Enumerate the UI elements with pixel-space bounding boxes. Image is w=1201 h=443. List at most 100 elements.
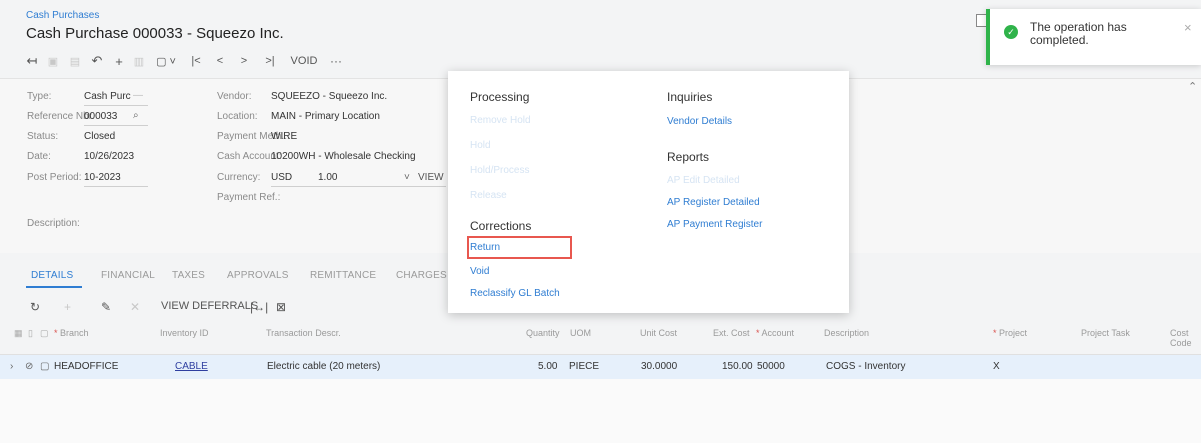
cell-ext-cost[interactable]: 150.00 bbox=[722, 361, 753, 372]
grid-empty-area bbox=[0, 379, 1201, 443]
note-icon[interactable]: ▢ bbox=[40, 361, 49, 372]
refresh-icon[interactable]: ↻ bbox=[30, 300, 40, 314]
menu-item-hold-process[interactable]: Hold/Process bbox=[470, 165, 529, 176]
check-icon: ✓ bbox=[1004, 25, 1018, 39]
column-inventory-id[interactable]: Inventory ID bbox=[160, 328, 209, 338]
currency-dropdown-icon[interactable]: ˅ bbox=[404, 172, 410, 183]
previous-record-icon[interactable]: < bbox=[208, 52, 232, 70]
cell-description[interactable]: COGS - Inventory bbox=[826, 361, 905, 372]
currency-view-button[interactable]: VIEW bbox=[418, 172, 444, 183]
cell-uom[interactable]: PIECE bbox=[569, 361, 599, 372]
next-record-icon[interactable]: > bbox=[232, 52, 256, 70]
menu-section-processing: Processing bbox=[470, 90, 530, 104]
location-field[interactable]: MAIN - Primary Location bbox=[271, 111, 380, 122]
success-toast: ✓ The operation has completed. × bbox=[986, 9, 1201, 65]
period-field[interactable]: 10-2023 bbox=[84, 172, 121, 183]
active-tab-indicator bbox=[26, 286, 82, 288]
notes-icon[interactable]: ▯ bbox=[28, 328, 33, 339]
cell-transaction-descr[interactable]: Electric cable (20 meters) bbox=[267, 361, 380, 372]
currency-rate: 1.00 bbox=[318, 172, 338, 183]
cell-branch[interactable]: HEADOFFICE bbox=[54, 361, 118, 372]
save-icon[interactable]: ▣ bbox=[42, 52, 64, 70]
paymethod-field[interactable]: WIRE bbox=[271, 131, 297, 142]
menu-item-void[interactable]: Void bbox=[470, 266, 489, 277]
tab-details[interactable]: DETAILS bbox=[31, 270, 73, 281]
undo-icon[interactable]: ↶ bbox=[86, 52, 108, 70]
period-label: Post Period: bbox=[27, 172, 82, 183]
column-ext-cost[interactable]: Ext. Cost bbox=[713, 328, 750, 338]
grid-header: ▦ ▯ ▢ * Branch Inventory ID Transaction … bbox=[0, 319, 1201, 355]
column-branch[interactable]: * Branch bbox=[54, 328, 89, 338]
status-label: Status: bbox=[27, 131, 59, 142]
export-excel-icon[interactable]: ⊠ bbox=[276, 300, 286, 314]
tab-financial[interactable]: FINANCIAL bbox=[101, 270, 155, 281]
back-arrow-icon[interactable]: ↤ bbox=[22, 52, 42, 70]
files-icon[interactable]: ▦ bbox=[14, 328, 23, 339]
search-icon[interactable]: ⌕ bbox=[133, 110, 139, 121]
delete-row-icon[interactable]: ✕ bbox=[130, 300, 140, 314]
tab-charges[interactable]: CHARGES bbox=[396, 270, 447, 281]
more-actions-menu: Processing Remove Hold Hold Hold/Process… bbox=[448, 71, 849, 313]
column-account[interactable]: * Account bbox=[756, 328, 794, 338]
cell-quantity[interactable]: 5.00 bbox=[538, 361, 557, 372]
copy-paste-icon[interactable]: ▢ ˅ bbox=[148, 52, 184, 70]
menu-item-vendor-details[interactable]: Vendor Details bbox=[667, 116, 732, 127]
column-description[interactable]: Description bbox=[824, 328, 869, 338]
page-title: Cash Purchase 000033 - Squeezo Inc. bbox=[26, 25, 284, 42]
menu-section-reports: Reports bbox=[667, 150, 710, 164]
column-project[interactable]: * Project bbox=[993, 328, 1027, 338]
cell-project[interactable]: X bbox=[993, 361, 1000, 372]
tab-approvals[interactable]: APPROVALS bbox=[227, 270, 289, 281]
column-cost-code[interactable]: Cost Code bbox=[1170, 328, 1192, 348]
column-uom[interactable]: UOM bbox=[570, 328, 591, 338]
void-button[interactable]: VOID bbox=[284, 52, 324, 70]
add-icon[interactable]: + bbox=[108, 52, 130, 70]
type-label: Type: bbox=[27, 91, 52, 102]
currency-field[interactable]: USD bbox=[271, 172, 292, 183]
refnbr-field[interactable]: 000033 bbox=[84, 111, 117, 122]
menu-item-remove-hold[interactable]: Remove Hold bbox=[470, 115, 531, 126]
tab-taxes[interactable]: TAXES bbox=[172, 270, 205, 281]
tab-remittance[interactable]: REMITTANCE bbox=[310, 270, 376, 281]
status-field: Closed bbox=[84, 131, 116, 142]
save-close-icon[interactable]: ▤ bbox=[64, 52, 86, 70]
description-label: Description: bbox=[27, 218, 80, 229]
menu-item-ap-edit-detailed[interactable]: AP Edit Detailed bbox=[667, 175, 740, 186]
breadcrumb[interactable]: Cash Purchases bbox=[26, 10, 99, 21]
column-transaction-descr[interactable]: Transaction Descr. bbox=[266, 328, 341, 338]
delete-icon[interactable]: ▥ bbox=[130, 52, 148, 70]
add-row-icon[interactable]: + bbox=[64, 300, 71, 314]
fit-columns-icon[interactable]: |↔| bbox=[250, 300, 268, 314]
toolbar: ↤ ▣ ▤ ↶ + ▥ ▢ ˅ |< < > >| VOID ··· bbox=[22, 52, 348, 70]
cell-unit-cost[interactable]: 30.0000 bbox=[641, 361, 677, 372]
view-deferrals-button[interactable]: VIEW DEFERRALS bbox=[161, 300, 258, 312]
more-actions-button[interactable]: ··· bbox=[324, 52, 348, 70]
attachment-icon[interactable]: ⊘ bbox=[25, 361, 33, 372]
date-label: Date: bbox=[27, 151, 51, 162]
menu-item-hold[interactable]: Hold bbox=[470, 140, 491, 151]
column-project-task[interactable]: Project Task bbox=[1081, 328, 1130, 338]
close-icon[interactable]: × bbox=[1184, 20, 1192, 35]
type-field[interactable]: Cash Purc bbox=[84, 91, 131, 102]
first-record-icon[interactable]: |< bbox=[184, 52, 208, 70]
last-record-icon[interactable]: >| bbox=[256, 52, 284, 70]
type-dropdown-icon[interactable]: — bbox=[133, 90, 143, 101]
menu-item-release[interactable]: Release bbox=[470, 190, 507, 201]
collapse-icon[interactable]: ⌃ bbox=[1188, 80, 1197, 93]
table-row[interactable]: › ⊘ ▢ HEADOFFICE CABLE Electric cable (2… bbox=[0, 355, 1201, 379]
cell-account[interactable]: 50000 bbox=[757, 361, 785, 372]
menu-item-ap-register-detailed[interactable]: AP Register Detailed bbox=[667, 197, 760, 208]
vendor-field[interactable]: SQUEEZO - Squeezo Inc. bbox=[271, 91, 387, 102]
menu-item-ap-payment-register[interactable]: AP Payment Register bbox=[667, 219, 762, 230]
toast-message: The operation has completed. bbox=[1030, 20, 1127, 47]
date-field[interactable]: 10/26/2023 bbox=[84, 151, 134, 162]
column-quantity[interactable]: Quantity bbox=[526, 328, 560, 338]
menu-item-reclassify-gl-batch[interactable]: Reclassify GL Batch bbox=[470, 288, 560, 299]
edit-icon[interactable]: ✎ bbox=[101, 300, 111, 314]
row-expand-icon[interactable]: › bbox=[10, 361, 13, 372]
cashaccount-field[interactable]: 10200WH - Wholesale Checking bbox=[271, 151, 416, 162]
document-icon[interactable]: ▢ bbox=[40, 328, 49, 339]
menu-section-inquiries: Inquiries bbox=[667, 90, 713, 104]
column-unit-cost[interactable]: Unit Cost bbox=[640, 328, 677, 338]
cell-inventory-id[interactable]: CABLE bbox=[175, 361, 208, 372]
